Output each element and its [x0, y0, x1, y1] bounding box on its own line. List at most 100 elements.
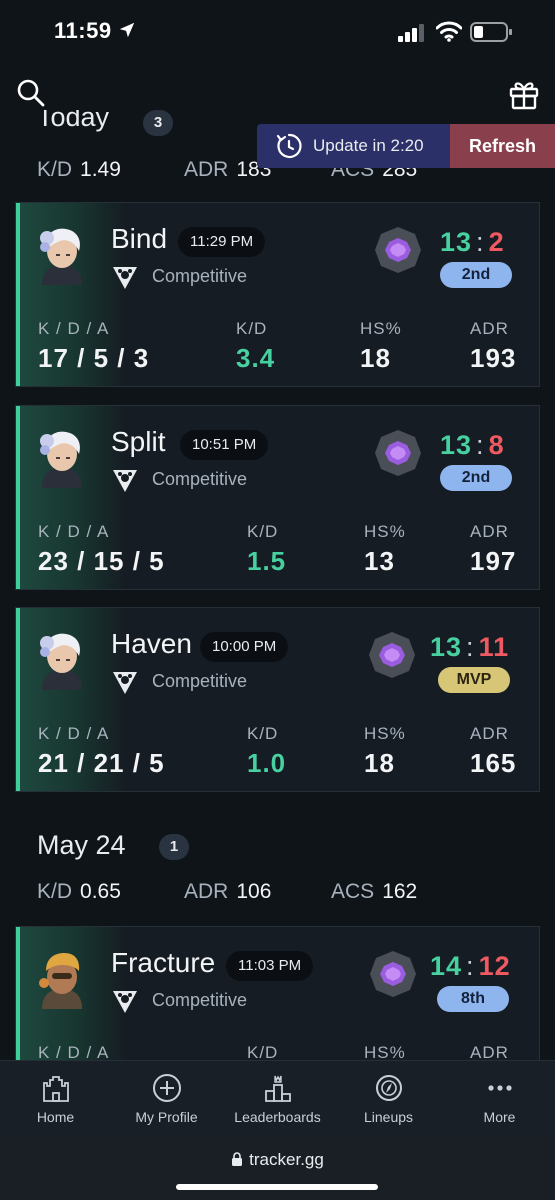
competitive-mode-icon — [113, 470, 137, 492]
kd-value: 1.49 — [80, 158, 121, 181]
win-accent-bar — [16, 203, 20, 386]
rank-icon — [369, 632, 415, 678]
home-indicator[interactable] — [176, 1184, 378, 1190]
match-time: 11:03 PM — [226, 951, 314, 981]
placement-badge: 2nd — [440, 465, 512, 491]
agent-portrait-icon — [40, 633, 82, 690]
game-mode: Competitive — [152, 266, 248, 286]
map-name: Split — [111, 426, 166, 457]
match-card-split[interactable]: Split 10:51 PM Competitive 13:8 2nd K / … — [15, 405, 540, 590]
nav-lineups[interactable]: Lineups — [333, 1061, 444, 1135]
url-bar[interactable]: tracker.gg — [0, 1150, 555, 1170]
match-time: 11:29 PM — [178, 227, 266, 257]
kda-label: K / D / A — [38, 522, 110, 541]
match-card-bind[interactable]: Bind 11:29 PM Competitive 13:2 2nd K / D… — [15, 202, 540, 387]
nav-home[interactable]: Home — [0, 1061, 111, 1135]
match-score: 13:8 — [440, 430, 505, 460]
gift-icon[interactable] — [508, 78, 540, 110]
update-countdown-text: Update in 2:20 — [313, 136, 424, 155]
adr-label: ADR — [184, 158, 229, 181]
acs-value: 162 — [382, 880, 418, 903]
mvp-badge: MVP — [438, 667, 510, 693]
cellular-signal-icon — [398, 24, 424, 42]
agent-portrait-icon — [40, 431, 82, 488]
nav-home-label: Home — [36, 1109, 75, 1125]
url-text: tracker.gg — [249, 1150, 324, 1169]
adr-label: ADR — [470, 319, 509, 338]
day-header-today: Today — [37, 110, 110, 132]
kd-value: 0.65 — [80, 880, 121, 903]
hs-label: HS% — [364, 522, 406, 541]
more-dots-icon — [488, 1085, 512, 1091]
nav-lineups-label: Lineups — [363, 1109, 414, 1125]
location-arrow-icon — [119, 22, 135, 38]
update-banner: Update in 2:20 Refresh — [257, 124, 555, 168]
kda-label: K / D / A — [38, 724, 110, 743]
plus-circle-icon — [153, 1074, 181, 1102]
adr-label: ADR — [470, 522, 509, 541]
kd-label: K/D — [247, 522, 279, 541]
game-mode: Competitive — [152, 671, 248, 691]
competitive-mode-icon — [113, 672, 137, 694]
day-match-count: 3 — [143, 110, 173, 136]
win-accent-bar — [16, 927, 20, 1060]
nav-my-profile-label: My Profile — [135, 1109, 198, 1125]
competitive-mode-icon — [113, 267, 137, 289]
hs-label: HS% — [364, 1043, 406, 1060]
refresh-button[interactable]: Refresh — [450, 124, 555, 168]
win-accent-bar — [16, 406, 20, 589]
kd-value: 3.4 — [236, 343, 276, 373]
adr-value: 197 — [470, 546, 517, 576]
adr-label: ADR — [470, 724, 509, 743]
kda-label: K / D / A — [38, 319, 110, 338]
nav-more[interactable]: More — [444, 1061, 555, 1135]
match-history-list[interactable]: Today 3 K/D 1.49 ADR 183 ACS 285 Bind 11:29… — [0, 110, 555, 1060]
competitive-mode-icon — [113, 991, 137, 1013]
map-name: Bind — [111, 223, 168, 254]
game-mode: Competitive — [152, 990, 248, 1010]
browser-bar: tracker.gg — [0, 1134, 555, 1200]
kda-value: 17 / 5 / 3 — [38, 343, 150, 373]
lock-icon — [232, 1152, 243, 1166]
rank-icon — [375, 227, 421, 273]
game-mode: Competitive — [152, 469, 248, 489]
hs-value: 13 — [364, 546, 395, 576]
adr-label: ADR — [470, 1043, 509, 1060]
update-countdown: Update in 2:20 — [257, 124, 450, 168]
day-match-count: 1 — [159, 834, 189, 860]
hs-value: 18 — [364, 748, 395, 778]
nav-leaderboards-label: Leaderboards — [234, 1109, 321, 1125]
podium-icon — [265, 1075, 291, 1102]
win-accent-bar — [16, 608, 20, 791]
kd-label: K/D — [37, 158, 73, 181]
day-header-may-24: May 24 — [37, 830, 126, 860]
battery-icon — [470, 22, 512, 42]
kd-label: K/D — [236, 319, 268, 338]
kd-value: 1.5 — [247, 546, 287, 576]
match-score: 13:2 — [440, 227, 505, 257]
hs-label: HS% — [364, 724, 406, 743]
bottom-nav: Home My Profile Leaderboards Lineups Mor… — [0, 1060, 555, 1134]
match-card-haven[interactable]: Haven 10:00 PM Competitive 13:11 MVP K /… — [15, 607, 540, 792]
kda-value: 21 / 21 / 5 — [38, 748, 165, 778]
nav-my-profile[interactable]: My Profile — [111, 1061, 222, 1135]
hs-label: HS% — [360, 319, 402, 338]
hs-value: 18 — [360, 343, 391, 373]
acs-label: ACS — [331, 880, 375, 903]
agent-portrait-icon — [40, 228, 82, 285]
kda-label: K / D / A — [38, 1043, 110, 1060]
kd-label: K/D — [37, 880, 73, 903]
match-time: 10:51 PM — [180, 430, 269, 460]
map-name: Haven — [111, 628, 192, 659]
adr-label: ADR — [184, 880, 229, 903]
match-card-fracture[interactable]: Fracture 11:03 PM Competitive 14:12 8th … — [15, 926, 540, 1060]
match-score: 14:12 — [430, 951, 511, 981]
kd-label: K/D — [247, 724, 279, 743]
nav-leaderboards[interactable]: Leaderboards — [222, 1061, 333, 1135]
search-icon[interactable] — [16, 78, 46, 108]
match-time: 10:00 PM — [200, 632, 289, 662]
castle-icon — [43, 1076, 69, 1102]
match-score: 13:11 — [430, 632, 510, 662]
adr-value: 193 — [470, 343, 517, 373]
status-time: 11:59 — [54, 18, 112, 43]
